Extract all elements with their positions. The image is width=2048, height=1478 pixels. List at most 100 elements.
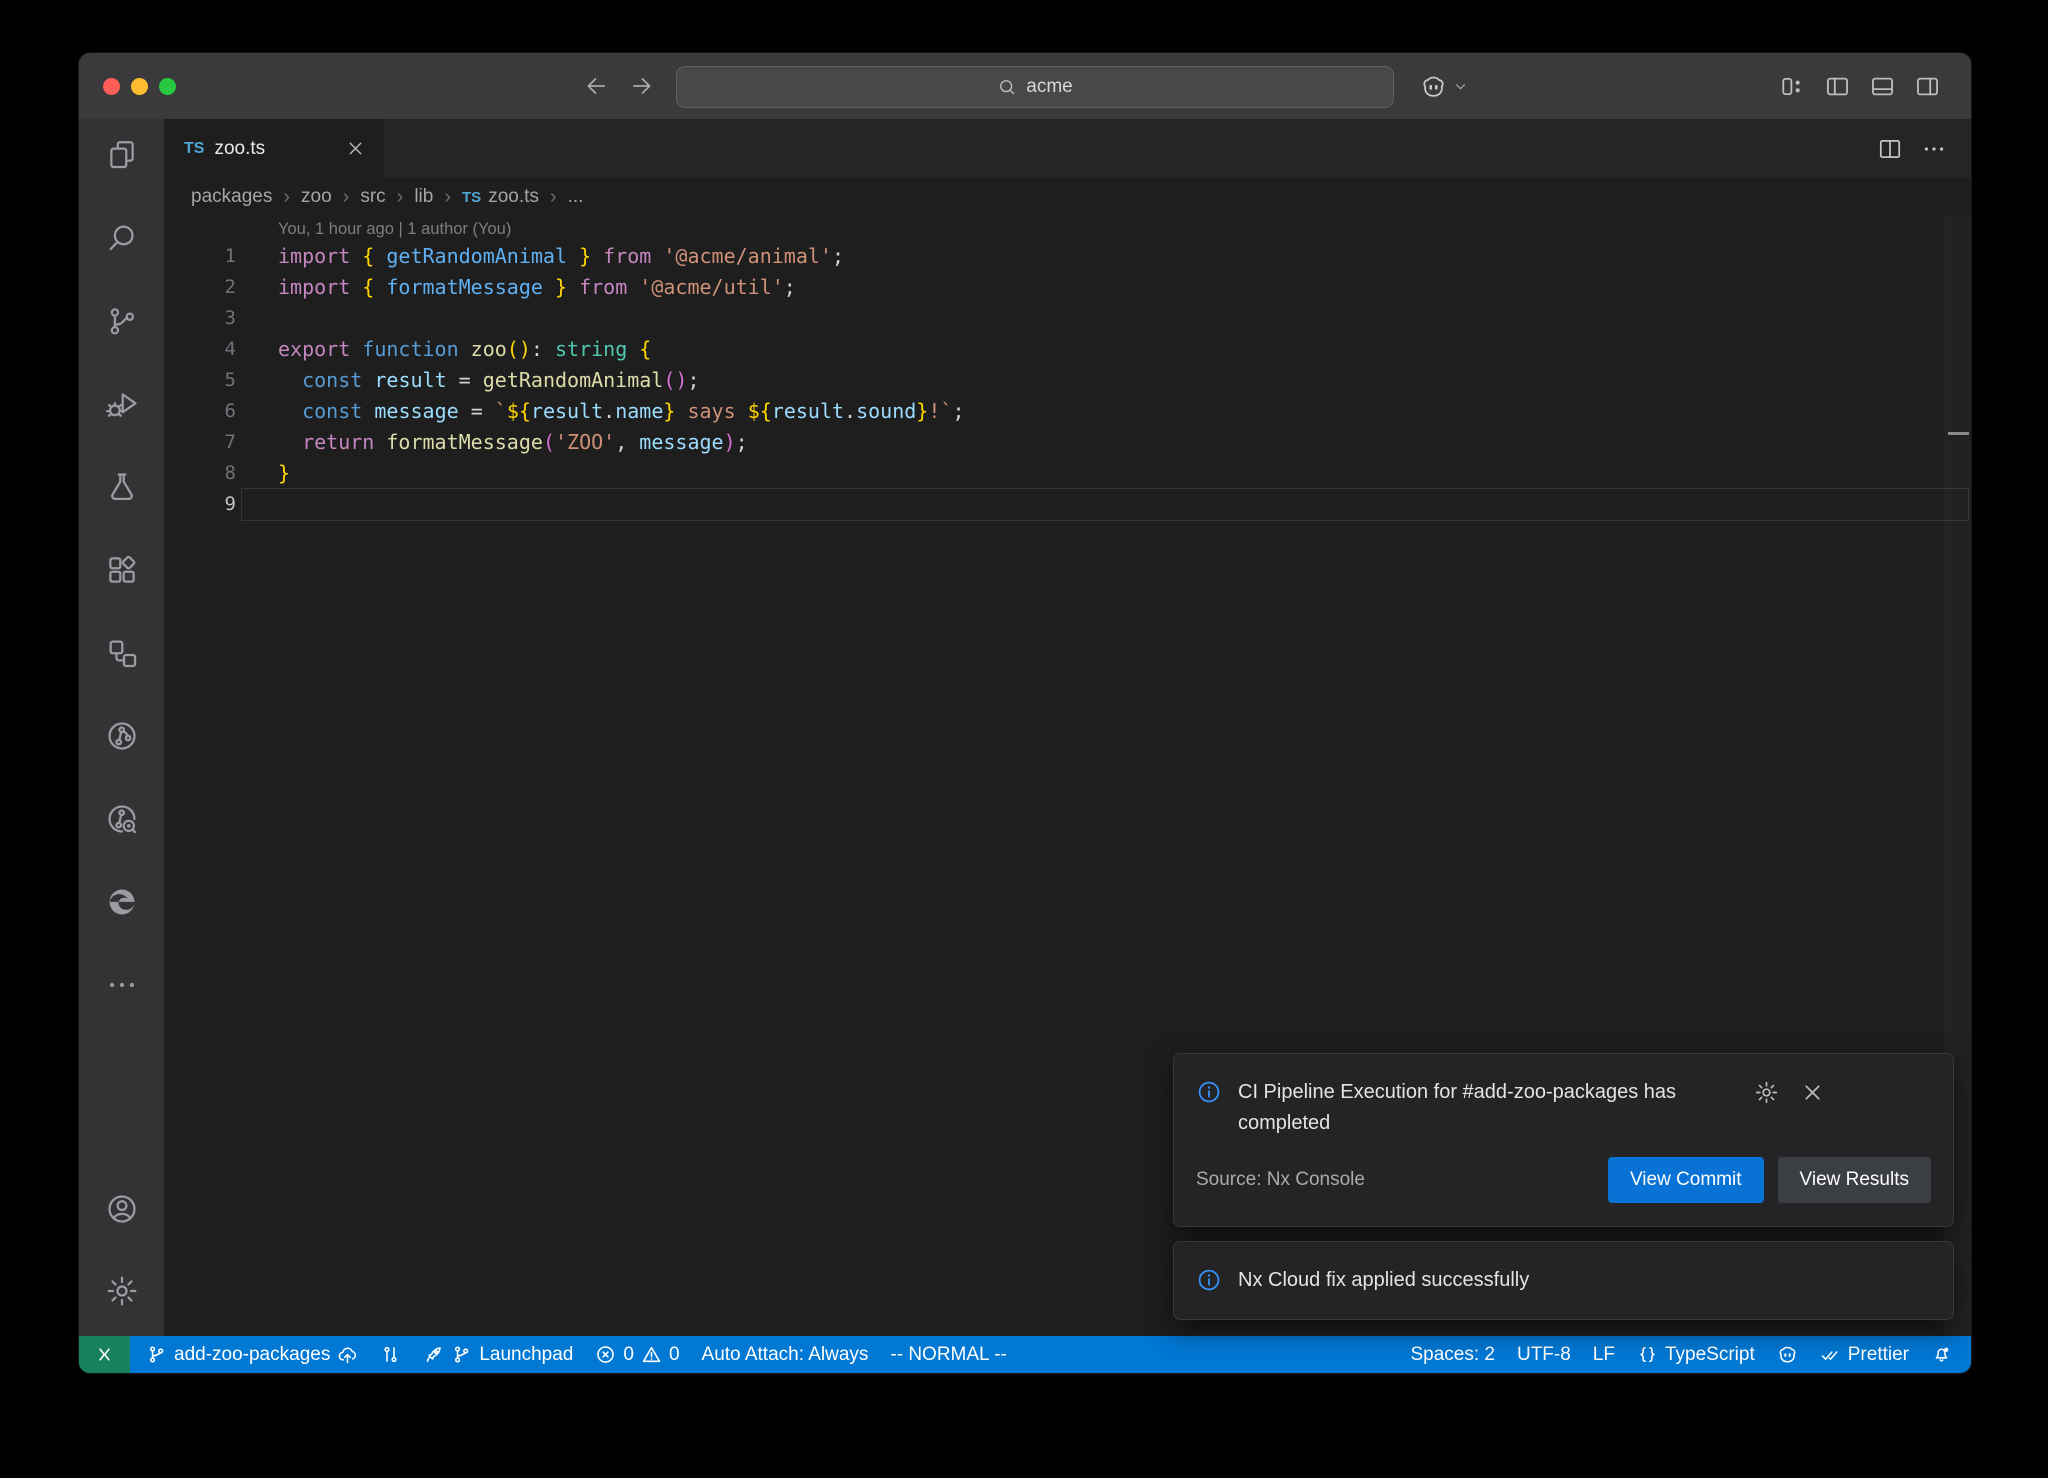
status-problems-label: 0	[623, 1344, 634, 1366]
status-bar-left: add-zoo-packagesLaunchpad00Auto Attach: …	[79, 1336, 1018, 1373]
breadcrumb-label: zoo.ts	[488, 186, 539, 208]
extensions-icon[interactable]	[105, 553, 139, 587]
code-text: const result = getRandomAnimal();	[278, 368, 700, 392]
code-text: import { getRandomAnimal } from '@acme/a…	[278, 244, 844, 268]
layout-customize-icon[interactable]	[1779, 73, 1806, 100]
more-views-icon[interactable]	[1921, 136, 1947, 162]
code-line-7[interactable]: 7 return formatMessage('ZOO', message);	[164, 426, 1971, 457]
code-text: import { formatMessage } from '@acme/uti…	[278, 275, 796, 299]
breadcrumb-label: lib	[414, 186, 433, 208]
command-center-search[interactable]: acme	[676, 66, 1394, 108]
status-commit-graph[interactable]	[369, 1336, 412, 1373]
code-line-4[interactable]: 4export function zoo(): string {	[164, 333, 1971, 364]
breadcrumb-item-src[interactable]: src	[360, 186, 385, 208]
code-text: return formatMessage('ZOO', message);	[278, 430, 748, 454]
status-bar-right: Spaces: 2 UTF-8LF TypeScript Prettier	[1399, 1336, 1971, 1373]
status-indentation-label: Spaces: 2	[1410, 1344, 1495, 1366]
status-formatter-prettier-label: Prettier	[1848, 1344, 1909, 1366]
tab-bar: TS zoo.ts	[164, 119, 1971, 178]
copilot-menu[interactable]	[1420, 53, 1469, 119]
gear-icon[interactable]	[1754, 1080, 1779, 1105]
activity-bar	[79, 119, 164, 1336]
code-text: export function zoo(): string {	[278, 337, 651, 361]
scrollbar-thumb[interactable]	[1948, 432, 1969, 435]
status-git-branch[interactable]: add-zoo-packages	[135, 1336, 369, 1373]
breadcrumb-item--[interactable]: ...	[568, 186, 584, 208]
settings-icon[interactable]	[105, 1274, 139, 1308]
minimize-window-button[interactable]	[131, 78, 148, 95]
gitlens-icon[interactable]	[105, 802, 139, 836]
toast-message: Nx Cloud fix applied successfully	[1238, 1265, 1738, 1296]
breadcrumb: packages›zoo›src›lib›TSzoo.ts›...	[164, 178, 1971, 216]
breadcrumb-item-zoo-ts[interactable]: TSzoo.ts	[462, 186, 539, 208]
breadcrumb-item-packages[interactable]: packages	[191, 186, 272, 208]
explorer-icon[interactable]	[105, 138, 139, 172]
breadcrumb-item-lib[interactable]: lib	[414, 186, 433, 208]
status-language-mode-label: TypeScript	[1665, 1344, 1755, 1366]
status-launchpad[interactable]: Launchpad	[412, 1336, 584, 1373]
line-number: 2	[164, 276, 236, 298]
history-nav	[583, 53, 655, 119]
edge-tools-icon[interactable]	[105, 885, 139, 919]
breadcrumb-item-zoo[interactable]: zoo	[301, 186, 332, 208]
breadcrumb-separator: ›	[397, 186, 404, 209]
code-line-5[interactable]: 5 const result = getRandomAnimal();	[164, 364, 1971, 395]
layout-panel-icon[interactable]	[1869, 73, 1896, 100]
code-line-3[interactable]: 3	[164, 302, 1971, 333]
screenshot-root: acme TS zoo.ts	[0, 0, 2048, 1478]
code-line-2[interactable]: 2 import { formatMessage } from '@acme/ut…	[164, 271, 1971, 302]
toast-buttons: View Commit View Results	[1608, 1157, 1931, 1203]
close-icon[interactable]	[1800, 1080, 1825, 1105]
search-icon	[997, 77, 1017, 97]
split-editor-icon[interactable]	[1877, 136, 1903, 162]
breadcrumb-label: packages	[191, 186, 272, 208]
source-control-icon[interactable]	[105, 304, 139, 338]
status-indentation[interactable]: Spaces: 2	[1399, 1336, 1506, 1373]
status-formatter-prettier[interactable]: Prettier	[1809, 1336, 1920, 1373]
status-encoding[interactable]: UTF-8	[1506, 1336, 1582, 1373]
testing-icon[interactable]	[105, 470, 139, 504]
forward-icon[interactable]	[629, 73, 655, 99]
toast-header: CI Pipeline Execution for #add-zoo-packa…	[1196, 1077, 1931, 1139]
zoom-window-button[interactable]	[159, 78, 176, 95]
bell-dot-icon	[1931, 1344, 1952, 1365]
nx-console-icon[interactable]	[105, 636, 139, 670]
accounts-icon[interactable]	[105, 1192, 139, 1226]
close-window-button[interactable]	[103, 78, 120, 95]
status-git-branch-label: add-zoo-packages	[174, 1344, 330, 1366]
tab-close-icon[interactable]	[345, 138, 366, 159]
run-debug-icon[interactable]	[105, 387, 139, 421]
code-line-8[interactable]: 8}	[164, 457, 1971, 488]
status-eol[interactable]: LF	[1582, 1336, 1626, 1373]
view-results-button[interactable]: View Results	[1778, 1157, 1931, 1203]
view-commit-button[interactable]: View Commit	[1608, 1157, 1764, 1203]
layout-sidebar-right-icon[interactable]	[1914, 73, 1941, 100]
back-icon[interactable]	[583, 73, 609, 99]
git-blame-annotation: You, 1 hour ago | 1 author (You)	[278, 220, 511, 239]
copilot-icon	[1420, 73, 1447, 100]
status-remote-indicator[interactable]	[79, 1336, 130, 1373]
layout-controls	[1779, 53, 1941, 119]
status-notifications-bell[interactable]	[1920, 1336, 1963, 1373]
info-icon	[1196, 1267, 1222, 1293]
traffic-lights	[103, 78, 176, 95]
notification-center: CI Pipeline Execution for #add-zoo-packa…	[1173, 1053, 1954, 1320]
layout-sidebar-left-icon[interactable]	[1824, 73, 1851, 100]
remote-icon	[94, 1344, 115, 1365]
status-language-mode[interactable]: TypeScript	[1626, 1336, 1766, 1373]
search-icon[interactable]	[105, 221, 139, 255]
status-bar: add-zoo-packagesLaunchpad00Auto Attach: …	[79, 1336, 1971, 1373]
toast-actions	[1754, 1080, 1825, 1105]
more-views-icon[interactable]	[105, 968, 139, 1002]
git-graph-icon[interactable]	[105, 719, 139, 753]
code-line-6[interactable]: 6 const message = `${result.name} says $…	[164, 395, 1971, 426]
status-vim-mode[interactable]: -- NORMAL --	[879, 1336, 1017, 1373]
breadcrumb-label: zoo	[301, 186, 332, 208]
status-copilot-status[interactable]	[1766, 1336, 1809, 1373]
tab-zoo-ts[interactable]: TS zoo.ts	[164, 119, 384, 178]
status-problems[interactable]: 00	[584, 1336, 690, 1373]
status-auto-attach[interactable]: Auto Attach: Always	[691, 1336, 880, 1373]
commit-graph-icon	[380, 1344, 401, 1365]
status-problems-label: 0	[669, 1344, 680, 1366]
code-line-1[interactable]: 1import { getRandomAnimal } from '@acme/…	[164, 240, 1971, 271]
